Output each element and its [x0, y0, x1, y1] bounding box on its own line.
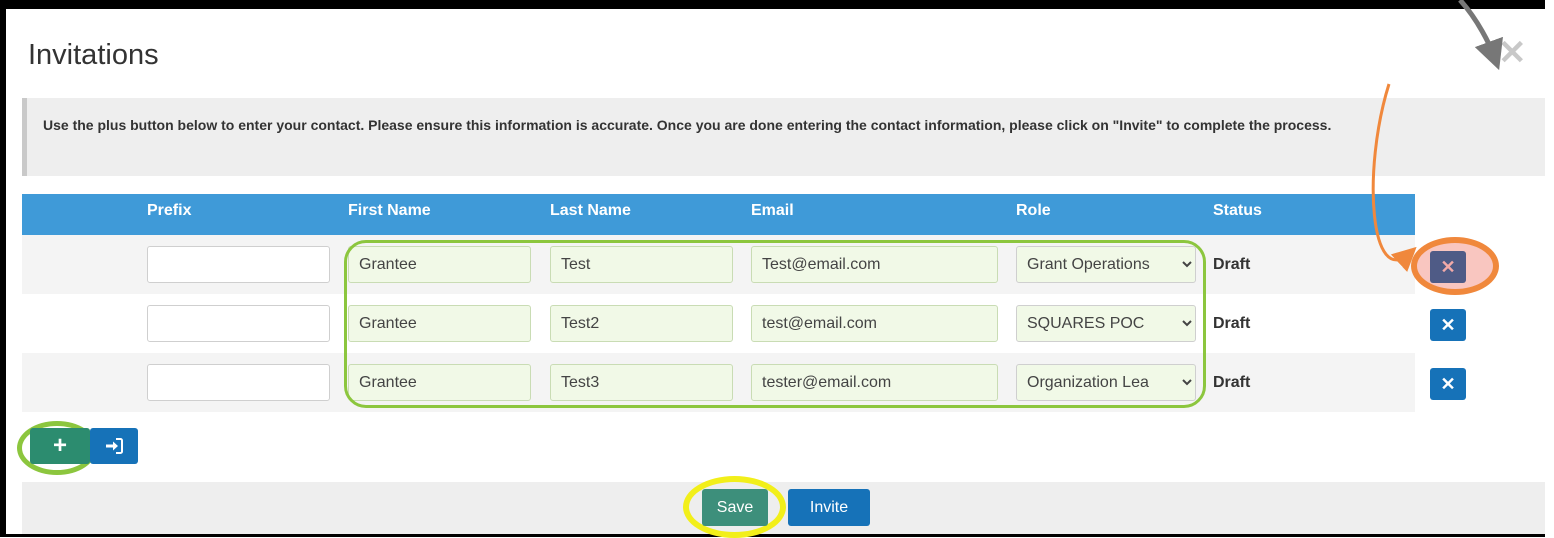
prefix-input[interactable]: [147, 246, 330, 283]
first-name-input[interactable]: [348, 364, 531, 401]
times-icon: ✕: [1440, 314, 1456, 335]
header-spacer: [22, 194, 147, 235]
role-select[interactable]: Organization Lea: [1016, 364, 1196, 401]
last-name-input[interactable]: [550, 364, 733, 401]
header-email: Email: [751, 202, 794, 219]
prefix-input[interactable]: [147, 305, 330, 342]
modal-title: Invitations: [28, 39, 159, 71]
delete-row-button[interactable]: ✕: [1430, 368, 1466, 400]
header-prefix: Prefix: [147, 202, 192, 219]
close-icon[interactable]: ✕: [1498, 36, 1527, 70]
header-status: Status: [1213, 202, 1262, 219]
header-last-name: Last Name: [550, 202, 631, 219]
table-row: SQUARES POC Draft: [22, 294, 1415, 353]
save-button[interactable]: Save: [702, 489, 768, 526]
table-row: Grant Operations Draft: [22, 235, 1415, 294]
modal-footer: [22, 482, 1545, 534]
sign-in-icon: [106, 438, 123, 454]
header-role: Role: [1016, 202, 1051, 219]
table-header-row: Prefix First Name Last Name Email Role S…: [22, 194, 1415, 235]
delete-row-button[interactable]: ✕: [1430, 251, 1466, 283]
first-name-input[interactable]: [348, 246, 531, 283]
import-contact-button[interactable]: [90, 428, 138, 464]
add-contact-button[interactable]: +: [30, 428, 90, 464]
header-first-name: First Name: [348, 202, 431, 219]
prefix-input[interactable]: [147, 364, 330, 401]
email-input[interactable]: [751, 364, 998, 401]
instructions-text: Use the plus button below to enter your …: [43, 117, 1332, 133]
invite-button[interactable]: Invite: [788, 489, 870, 526]
role-select[interactable]: SQUARES POC: [1016, 305, 1196, 342]
delete-row-button[interactable]: ✕: [1430, 309, 1466, 341]
invitations-table: Prefix First Name Last Name Email Role S…: [22, 194, 1415, 412]
last-name-input[interactable]: [550, 305, 733, 342]
first-name-input[interactable]: [348, 305, 531, 342]
email-input[interactable]: [751, 305, 998, 342]
table-row: Organization Lea Draft: [22, 353, 1415, 412]
times-icon: ✕: [1440, 256, 1456, 277]
email-input[interactable]: [751, 246, 998, 283]
instructions-notice: Use the plus button below to enter your …: [22, 98, 1545, 176]
times-icon: ✕: [1440, 373, 1456, 394]
status-text: Draft: [1213, 255, 1251, 273]
status-text: Draft: [1213, 373, 1251, 391]
last-name-input[interactable]: [550, 246, 733, 283]
role-select[interactable]: Grant Operations: [1016, 246, 1196, 283]
status-text: Draft: [1213, 314, 1251, 332]
plus-icon: +: [52, 432, 67, 459]
